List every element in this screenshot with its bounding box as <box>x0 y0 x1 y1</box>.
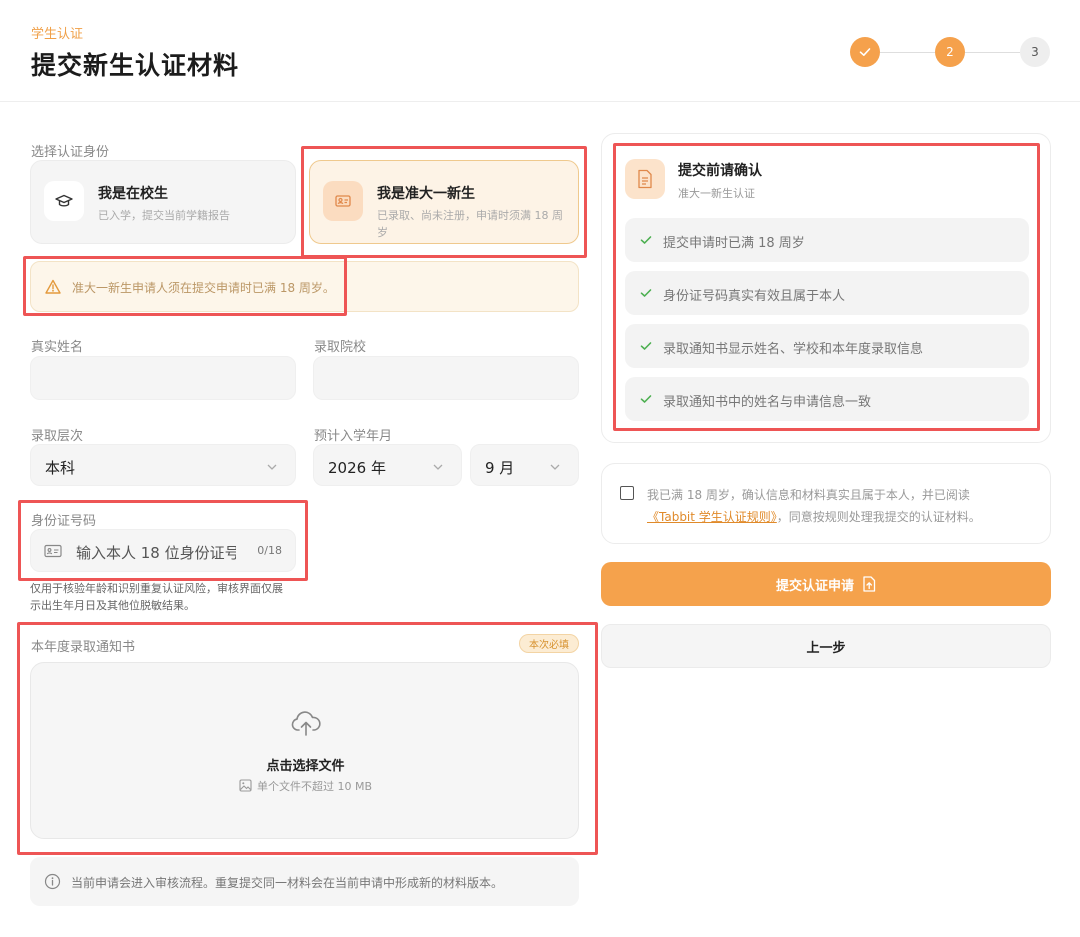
required-badge: 本次必填 <box>519 634 579 653</box>
age-warning-banner: 准大一新生申请人须在提交申请时已满 18 周岁。 <box>30 261 579 312</box>
chevron-down-icon <box>267 464 277 470</box>
chevron-down-icon <box>433 464 443 470</box>
check-icon <box>640 395 652 403</box>
confirm-item-text: 提交申请时已满 18 周岁 <box>663 236 805 251</box>
confirm-item-text: 录取通知书中的姓名与申请信息一致 <box>663 395 872 410</box>
step-connector <box>965 51 1020 53</box>
step-connector <box>880 51 935 53</box>
confirm-item: 提交申请时已满 18 周岁 <box>625 218 1029 262</box>
id-card-icon <box>323 181 363 221</box>
school-input[interactable] <box>313 356 579 400</box>
id-card-icon <box>44 544 62 558</box>
level-select[interactable]: 本科 <box>30 444 296 486</box>
confirm-item: 身份证号码真实有效且属于本人 <box>625 271 1029 315</box>
stepper: 2 3 <box>850 37 1050 67</box>
school-label: 录取院校 <box>314 340 367 355</box>
image-icon <box>239 779 252 795</box>
file-upload-icon <box>863 576 876 592</box>
confirm-item-text: 身份证号码真实有效且属于本人 <box>663 289 846 304</box>
name-label: 真实姓名 <box>31 340 84 355</box>
agreement-text: 我已满 18 周岁，确认信息和材料真实且属于本人，并已阅读 《Tabbit 学生认… <box>647 484 1037 528</box>
real-name-input[interactable] <box>30 356 296 400</box>
step-1-done <box>850 37 880 67</box>
year-select[interactable]: 2026 年 <box>313 444 462 486</box>
id-hint: 仅用于核验年龄和识别重复认证风险，审核界面仅展示出生年月日及其他位脱敏结果。 <box>30 582 283 612</box>
agreement-text-before: 我已满 18 周岁，确认信息和材料真实且属于本人，并已阅读 <box>647 488 970 502</box>
check-icon <box>859 48 871 56</box>
agreement-checkbox[interactable] <box>620 486 634 500</box>
back-button-label: 上一步 <box>806 640 846 656</box>
upload-subtitle: 单个文件不超过 10 MB <box>31 778 580 795</box>
enroll-label: 预计入学年月 <box>314 429 393 444</box>
upload-label: 本年度录取通知书 <box>31 640 136 655</box>
page-title: 提交新生认证材料 <box>31 51 240 80</box>
month-select-value: 9 月 <box>485 459 515 477</box>
agreement-box: 我已满 18 周岁，确认信息和材料真实且属于本人，并已阅读 《Tabbit 学生认… <box>601 463 1051 544</box>
upload-dropzone[interactable]: 点击选择文件 单个文件不超过 10 MB <box>30 662 579 839</box>
step-3-pending: 3 <box>1020 37 1050 67</box>
warning-icon <box>45 279 61 294</box>
role-desc: 已录取、尚未注册，申请时须满 18 周岁 <box>377 209 563 239</box>
submit-button[interactable]: 提交认证申请 <box>601 562 1051 606</box>
month-select[interactable]: 9 月 <box>470 444 579 486</box>
chevron-down-icon <box>550 464 560 470</box>
level-select-value: 本科 <box>45 459 76 477</box>
page-eyebrow: 学生认证 <box>31 27 84 42</box>
rules-link[interactable]: 《Tabbit 学生认证规则》 <box>647 510 777 524</box>
upload-title: 点击选择文件 <box>266 759 345 774</box>
upload-limit-text: 单个文件不超过 10 MB <box>256 780 373 793</box>
role-title: 我是在校生 <box>98 186 168 202</box>
warning-text: 准大一新生申请人须在提交申请时已满 18 周岁。 <box>72 281 335 295</box>
page-header: 学生认证 提交新生认证材料 2 3 <box>0 0 1080 102</box>
confirm-item: 录取通知书中的姓名与申请信息一致 <box>625 377 1029 421</box>
back-button[interactable]: 上一步 <box>601 624 1051 668</box>
id-number-input[interactable]: 输入本人 18 位身份证号码 0/18 <box>30 529 296 572</box>
identity-label: 选择认证身份 <box>31 145 110 160</box>
year-select-value: 2026 年 <box>328 459 386 477</box>
notice-text: 当前申请会进入审核流程。重复提交同一材料会在当前申请中形成新的材料版本。 <box>71 876 504 890</box>
confirm-subtitle: 准大一新生认证 <box>678 187 755 200</box>
student-verification-page: 学生认证 提交新生认证材料 2 3 选择认证身份 我是在校生 已入学，提交当前学… <box>0 0 1080 937</box>
review-notice: 当前申请会进入审核流程。重复提交同一材料会在当前申请中形成新的材料版本。 <box>30 857 579 906</box>
graduation-cap-icon <box>44 181 84 221</box>
check-icon <box>640 342 652 350</box>
level-label: 录取层次 <box>31 429 84 444</box>
id-number-placeholder: 输入本人 18 位身份证号码 <box>76 544 236 562</box>
check-icon <box>640 236 652 244</box>
document-icon <box>625 159 665 199</box>
role-option-current-student[interactable]: 我是在校生 已入学，提交当前学籍报告 <box>30 160 296 244</box>
info-icon <box>44 873 61 890</box>
check-icon <box>640 289 652 297</box>
step-2-active: 2 <box>935 37 965 67</box>
agreement-text-after: ，同意按规则处理我提交的认证材料。 <box>776 510 981 524</box>
confirm-title: 提交前请确认 <box>678 163 762 179</box>
id-label: 身份证号码 <box>31 514 97 529</box>
confirm-panel: 提交前请确认 准大一新生认证 提交申请时已满 18 周岁 身份证号码真实有效且属… <box>601 133 1051 443</box>
cloud-upload-icon <box>291 711 321 736</box>
role-desc: 已入学，提交当前学籍报告 <box>98 209 230 222</box>
role-title: 我是准大一新生 <box>377 186 475 202</box>
confirm-item: 录取通知书显示姓名、学校和本年度录取信息 <box>625 324 1029 368</box>
confirm-item-text: 录取通知书显示姓名、学校和本年度录取信息 <box>663 342 924 357</box>
id-char-count: 0/18 <box>257 544 282 557</box>
submit-button-label: 提交认证申请 <box>775 578 854 594</box>
role-option-incoming-freshman[interactable]: 我是准大一新生 已录取、尚未注册，申请时须满 18 周岁 <box>309 160 579 244</box>
